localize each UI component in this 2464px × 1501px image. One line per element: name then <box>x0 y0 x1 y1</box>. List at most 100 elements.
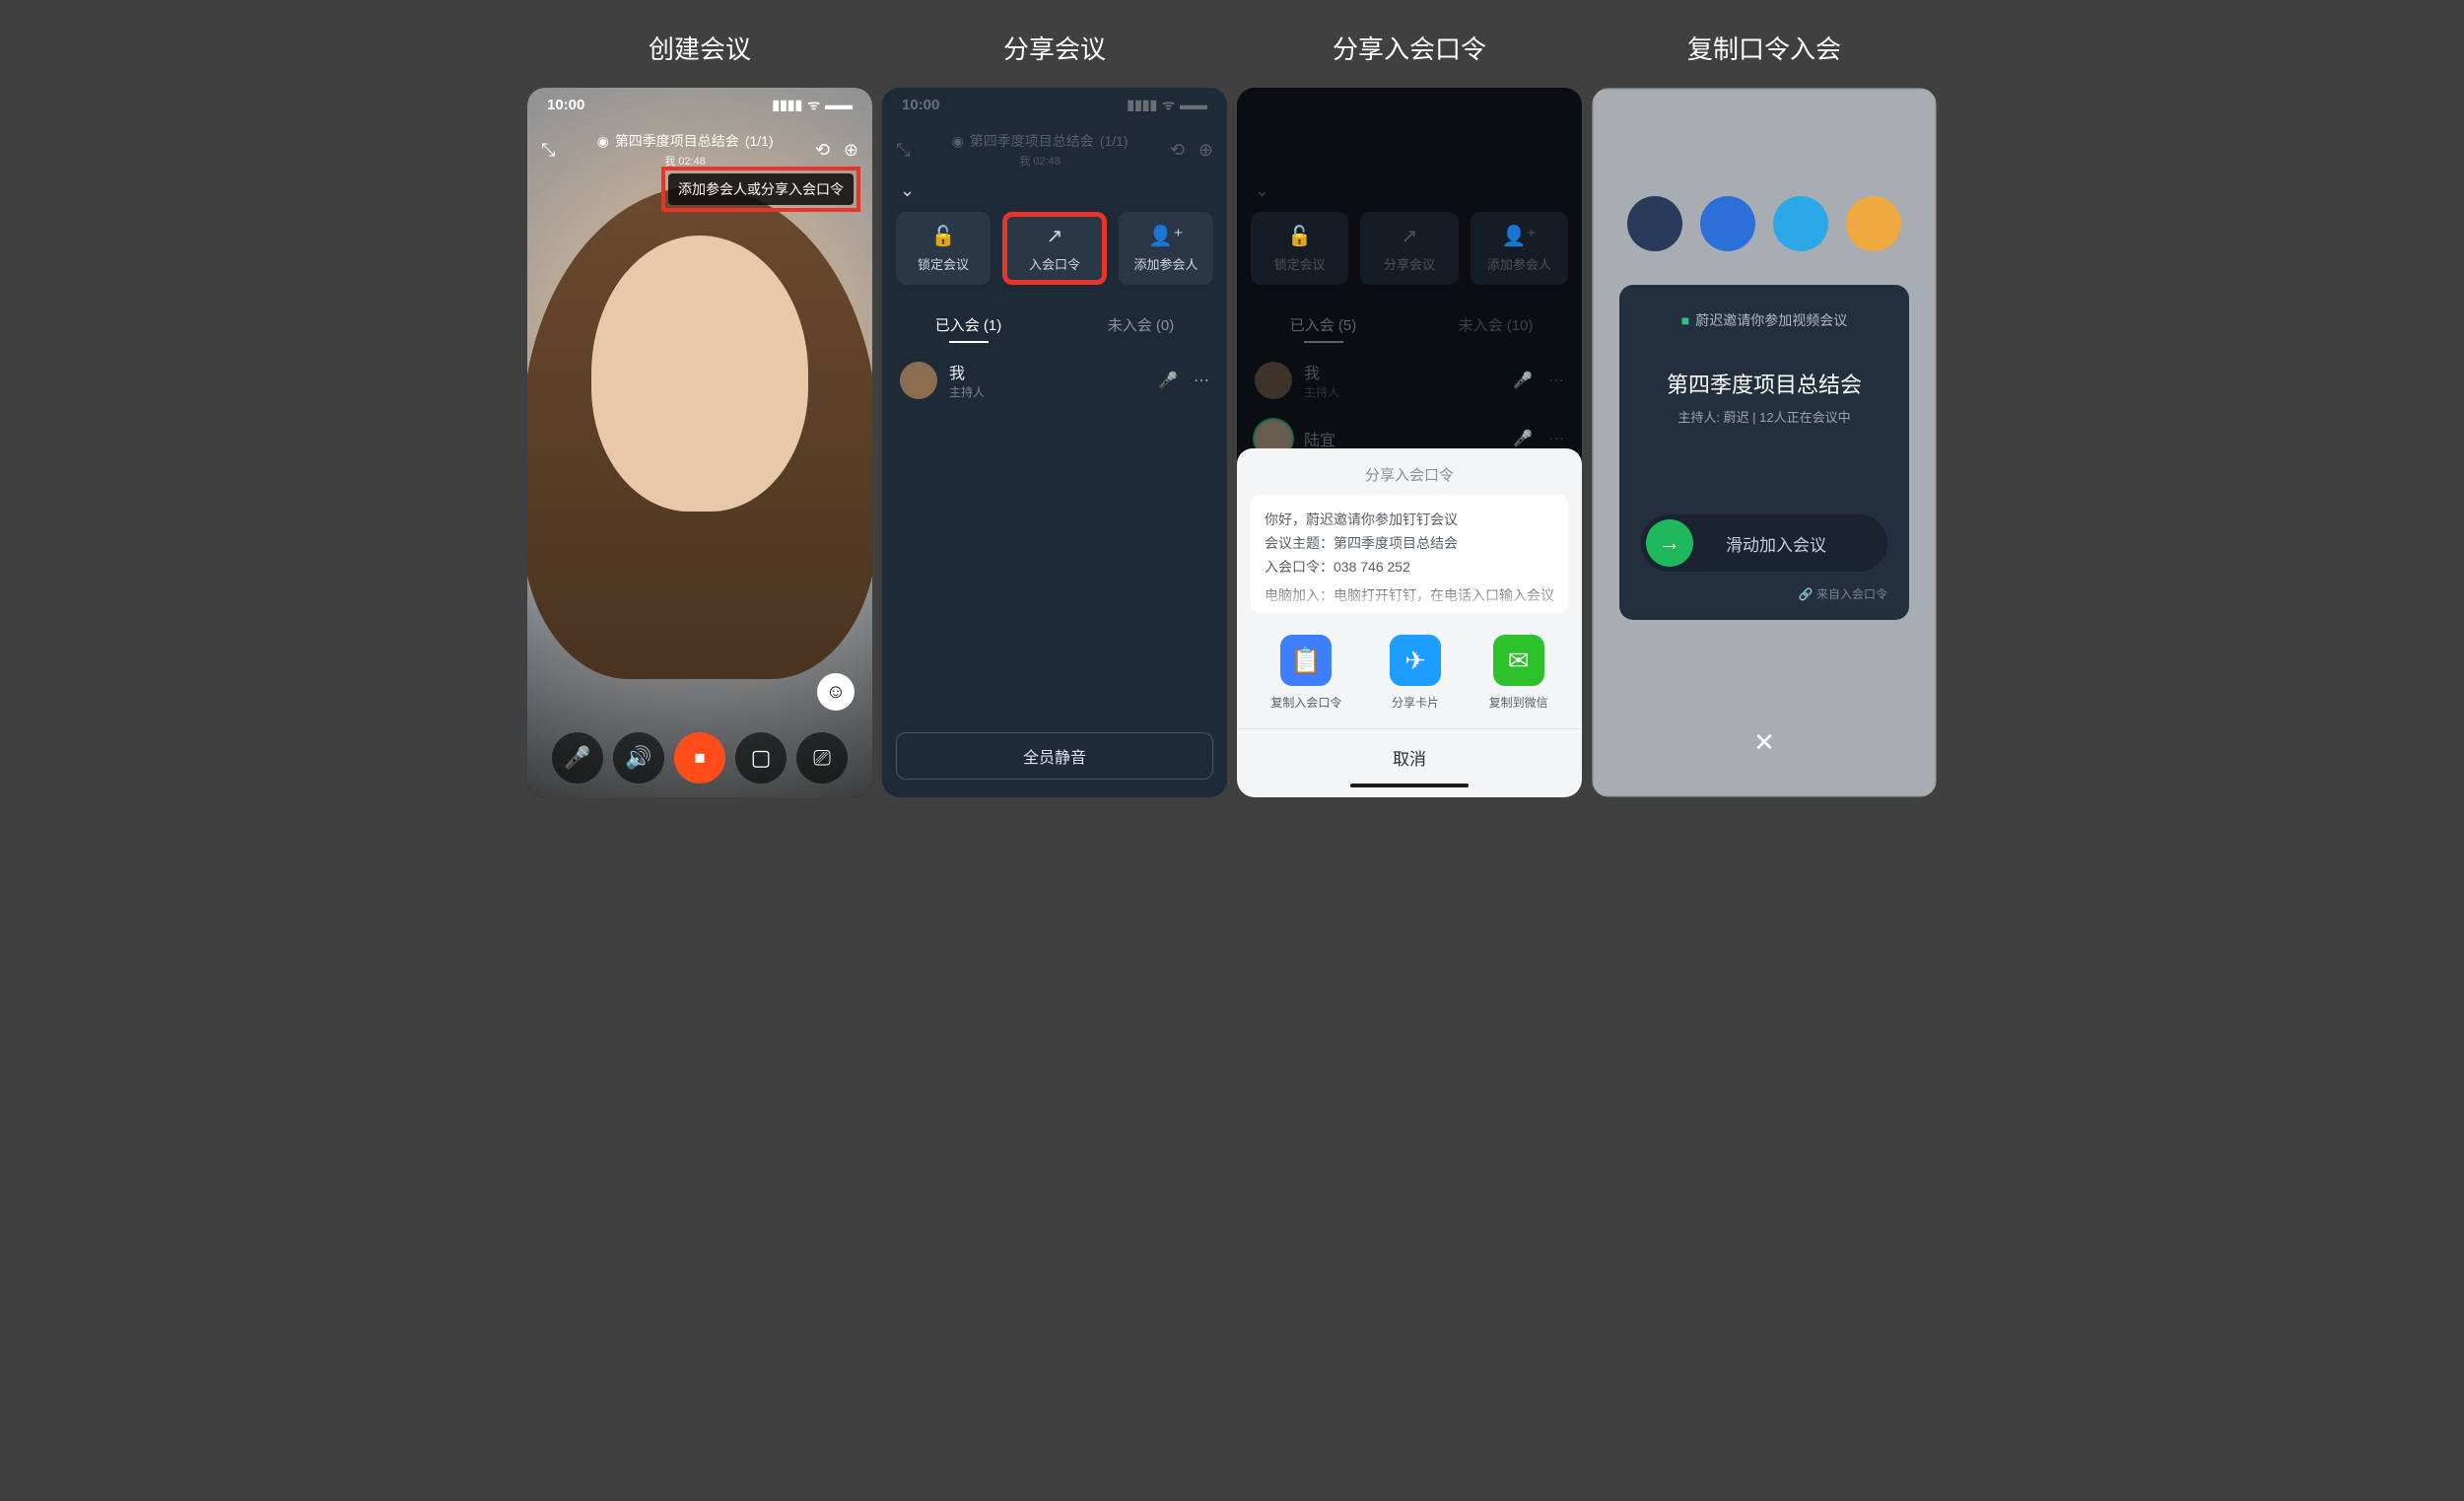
copy-wechat-label: 复制到微信 <box>1489 694 1548 711</box>
unlock-icon: 🔓 <box>931 224 956 248</box>
slide-label: 滑动加入会议 <box>1670 531 1882 556</box>
speaker-button[interactable]: 🔊 <box>613 732 664 784</box>
status-time: 10:00 <box>547 97 584 113</box>
mic-icon[interactable]: 🎤 <box>1158 371 1178 390</box>
meeting-timer: 02:48 <box>678 156 706 168</box>
phone-screen-share-meeting: 10:00 ▮▮▮▮ ᯤ ▬▬ ⤡ ◉ 第四季度项目总结会(1/1) 我 02:… <box>882 88 1227 797</box>
status-icons: ▮▮▮▮ ᯤ ▬▬ <box>1127 96 1207 114</box>
tab-unjoined[interactable]: 未入会 (10) <box>1409 303 1582 355</box>
tab-joined[interactable]: 已入会 (1) <box>882 303 1055 355</box>
add-label: 添加参会人 <box>1487 254 1551 273</box>
cancel-button[interactable]: 取消 <box>1237 728 1582 778</box>
attendee-list: 我 主持人 🎤 ⋯ <box>882 350 1227 410</box>
mic-on-icon[interactable]: 🎤 <box>1513 429 1533 448</box>
add-label: 添加参会人 <box>1133 254 1198 273</box>
phone-screen-create: 10:00 ▮▮▮▮ ᯤ ▬▬ ⤡ ◉ 第四季度项目总结会(1/1) 我 02:… <box>527 88 872 797</box>
chevron-down-icon[interactable]: ⌄ <box>900 180 915 201</box>
meeting-count: (1/1) <box>1100 133 1129 149</box>
tooltip-highlight: 添加参会人或分享入会口令 <box>661 167 860 212</box>
status-time: 10:00 <box>902 97 939 113</box>
invite-card: ■蔚迟邀请你参加视频会议 第四季度项目总结会 主持人: 蔚迟 | 12人正在会议… <box>1619 285 1909 620</box>
share-sheet: 分享入会口令 你好，蔚迟邀请你参加钉钉会议 会议主题：第四季度项目总结会 入会口… <box>1237 448 1582 797</box>
action-row: 🔓 锁定会议 ↗ 分享会议 👤⁺ 添加参会人 <box>1251 212 1568 285</box>
mute-all-button[interactable]: 全员静音 <box>896 732 1213 780</box>
add-person-icon: 👤⁺ <box>1148 224 1183 248</box>
lock-meeting-button[interactable]: 🔓 锁定会议 <box>896 212 991 285</box>
emoji-button[interactable]: ☺ <box>817 673 855 711</box>
panel-background <box>882 88 1227 797</box>
wifi-icon: ᯤ <box>1162 96 1175 114</box>
share-screen-button[interactable]: ⎚ <box>796 732 848 784</box>
unlock-icon: 🔓 <box>1287 224 1312 248</box>
msg-line: 入会口令：038 746 252 <box>1265 556 1554 580</box>
shrink-icon[interactable]: ⤡ <box>541 140 555 161</box>
lock-label: 锁定会议 <box>1274 254 1326 273</box>
tab-joined[interactable]: 已入会 (5) <box>1237 303 1409 355</box>
column-title: 分享入会口令 <box>1237 30 1582 66</box>
mute-button[interactable]: 🎤 <box>552 732 603 784</box>
meeting-title: 第四季度项目总结会 <box>615 131 739 151</box>
share-icon: ↗ <box>1402 224 1418 248</box>
person-face <box>591 236 808 512</box>
add-person-icon[interactable]: ⊕ <box>844 140 858 161</box>
lock-meeting-button[interactable]: 🔓 锁定会议 <box>1251 212 1348 285</box>
meeting-header: ⤡ ◉ 第四季度项目总结会(1/1) 我 02:48 ⟲ ⊕ <box>882 127 1227 172</box>
attendee-name: 我 <box>1304 360 1501 383</box>
share-card-label: 分享卡片 <box>1392 694 1439 711</box>
mic-icon[interactable]: 🎤 <box>1513 371 1533 390</box>
copy-code-label: 复制入会口令 <box>1270 694 1341 711</box>
home-indicator <box>1350 784 1469 787</box>
camera-flip-icon[interactable]: ⟲ <box>1170 140 1185 161</box>
camera-flip-icon[interactable]: ⟲ <box>815 140 830 161</box>
attendee-name: 陆宜 <box>1304 427 1501 450</box>
meeting-header: ⤡ ◉ 第四季度项目总结会(1/1) 我 02:48 ⟲ ⊕ <box>527 127 872 172</box>
meeting-code-button[interactable]: ↗ 入会口令 <box>1002 212 1107 285</box>
battery-icon: ▬▬ <box>825 97 853 112</box>
share-card-button[interactable]: ✈ 分享卡片 <box>1390 635 1441 711</box>
add-attendee-button[interactable]: 👤⁺ 添加参会人 <box>1471 212 1568 285</box>
copy-wechat-button[interactable]: ✉ 复制到微信 <box>1489 635 1548 711</box>
share-sheet-title: 分享入会口令 <box>1237 448 1582 495</box>
share-icon: ↗ <box>1047 224 1063 248</box>
blurred-icon <box>1700 196 1755 251</box>
avatar <box>900 362 937 399</box>
me-label: 我 <box>1019 156 1030 168</box>
slide-to-join[interactable]: → 滑动加入会议 <box>1641 514 1887 572</box>
attendee-tabs: 已入会 (5) 未入会 (10) <box>1237 303 1582 355</box>
attendee-row[interactable]: 我 主持人 🎤 ⋯ <box>882 350 1227 410</box>
hangup-button[interactable]: ⏹ <box>674 732 725 784</box>
avatar <box>1255 362 1292 399</box>
msg-line: 你好，蔚迟邀请你参加钉钉会议 <box>1265 509 1554 532</box>
invite-source: 🔗 来自入会口令 <box>1641 585 1887 602</box>
camera-button[interactable]: ▢ <box>735 732 787 784</box>
tooltip-text: 添加参会人或分享入会口令 <box>668 173 854 205</box>
attendee-tabs: 已入会 (1) 未入会 (0) <box>882 303 1227 355</box>
blurred-icon <box>1627 196 1682 251</box>
shield-icon: ◉ <box>597 133 609 150</box>
battery-icon: ▬▬ <box>1180 97 1207 112</box>
signal-icon: ▮▮▮▮ <box>1127 97 1157 113</box>
attendee-row[interactable]: 我 主持人 🎤 ⋯ <box>1237 350 1582 410</box>
share-meeting-button[interactable]: ↗ 分享会议 <box>1360 212 1458 285</box>
invite-text: 蔚迟邀请你参加视频会议 <box>1695 312 1847 328</box>
meeting-timer: 02:48 <box>1033 156 1061 168</box>
copy-code-button[interactable]: 📋 复制入会口令 <box>1270 635 1341 711</box>
msg-line: 电脑加入：电脑打开钉钉，在电话入口输入会议码 <box>1265 584 1554 613</box>
more-icon[interactable]: ⋯ <box>1548 371 1564 390</box>
status-bar: 10:00 ▮▮▮▮ ᯤ ▬▬ <box>527 88 872 121</box>
phone-screen-share-code: ⌄ 🔓 锁定会议 ↗ 分享会议 👤⁺ 添加参会人 已入会 (5) 未入会 (10… <box>1237 88 1582 797</box>
close-button[interactable]: ✕ <box>1753 727 1775 758</box>
attendee-role: 主持人 <box>949 383 1146 400</box>
more-icon[interactable]: ⋯ <box>1548 429 1564 448</box>
invite-header: ■蔚迟邀请你参加视频会议 <box>1641 310 1887 330</box>
chevron-down-icon[interactable]: ⌄ <box>1255 180 1269 201</box>
more-icon[interactable]: ⋯ <box>1194 371 1209 390</box>
share-message-box[interactable]: 你好，蔚迟邀请你参加钉钉会议 会议主题：第四季度项目总结会 入会口令：038 7… <box>1251 495 1568 613</box>
status-bar: 10:00 ▮▮▮▮ ᯤ ▬▬ <box>882 88 1227 121</box>
shrink-icon[interactable]: ⤡ <box>896 140 910 161</box>
add-attendee-button[interactable]: 👤⁺ 添加参会人 <box>1119 212 1213 285</box>
add-person-icon[interactable]: ⊕ <box>1198 140 1213 161</box>
tab-unjoined[interactable]: 未入会 (0) <box>1055 303 1227 355</box>
wechat-icon: ✉ <box>1493 635 1544 686</box>
clipboard-icon: 📋 <box>1280 635 1332 686</box>
